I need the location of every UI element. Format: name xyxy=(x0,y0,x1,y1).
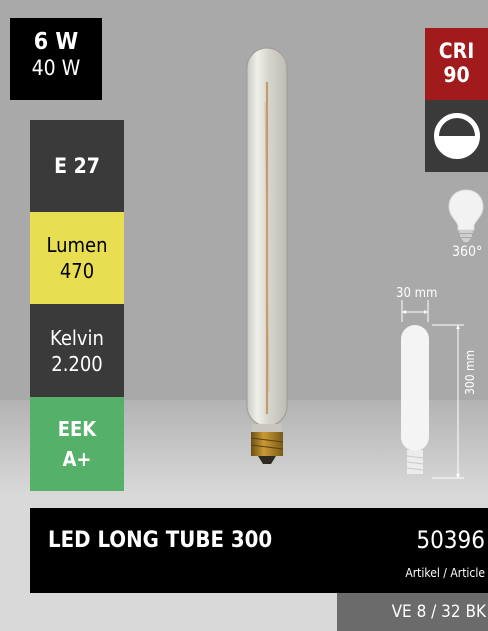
energy-class-badge: EEK A+ xyxy=(30,397,124,491)
packaging-unit: VE 8 / 32 BK xyxy=(391,602,486,622)
lumen-value: 470 xyxy=(59,259,95,283)
socket-value: E 27 xyxy=(54,154,100,178)
eek-value: A+ xyxy=(62,447,92,471)
height-dimension: 300 mm xyxy=(463,349,477,395)
dimmable-icon xyxy=(434,113,480,159)
product-name: LED LONG TUBE 300 xyxy=(48,528,273,553)
article-label: Artikel / Article xyxy=(405,566,485,580)
led-wattage: 6 W xyxy=(33,29,79,55)
socket-badge: E 27 xyxy=(30,120,124,212)
kelvin-badge: Kelvin 2.200 xyxy=(30,304,124,397)
tube-dimension-diagram xyxy=(401,300,464,479)
width-dimension: 30 mm xyxy=(396,286,438,301)
kelvin-label: Kelvin xyxy=(50,325,104,350)
lumen-badge: Lumen 470 xyxy=(30,212,124,304)
omnidirectional-bulb-icon xyxy=(448,189,484,242)
beam-angle-label: 360° xyxy=(452,244,483,260)
cri-label: CRI xyxy=(438,39,475,63)
kelvin-value: 2.200 xyxy=(51,351,103,376)
spec-column: E 27 Lumen 470 Kelvin 2.200 EEK A+ xyxy=(30,120,124,491)
equivalent-wattage: 40 W xyxy=(31,56,81,80)
tube-bulb-image xyxy=(246,47,288,464)
product-name-bar: LED LONG TUBE 300 50396 Artikel / Articl… xyxy=(30,508,488,593)
wattage-badge: 6 W 40 W xyxy=(10,18,102,100)
lumen-label: Lumen xyxy=(46,233,108,257)
cri-value: 90 xyxy=(443,63,470,87)
eek-label: EEK xyxy=(57,417,97,441)
dimmable-badge xyxy=(425,100,488,172)
article-number: 50396 xyxy=(416,526,485,554)
packaging-unit-bar: VE 8 / 32 BK xyxy=(337,593,488,631)
cri-badge: CRI 90 xyxy=(425,28,488,100)
